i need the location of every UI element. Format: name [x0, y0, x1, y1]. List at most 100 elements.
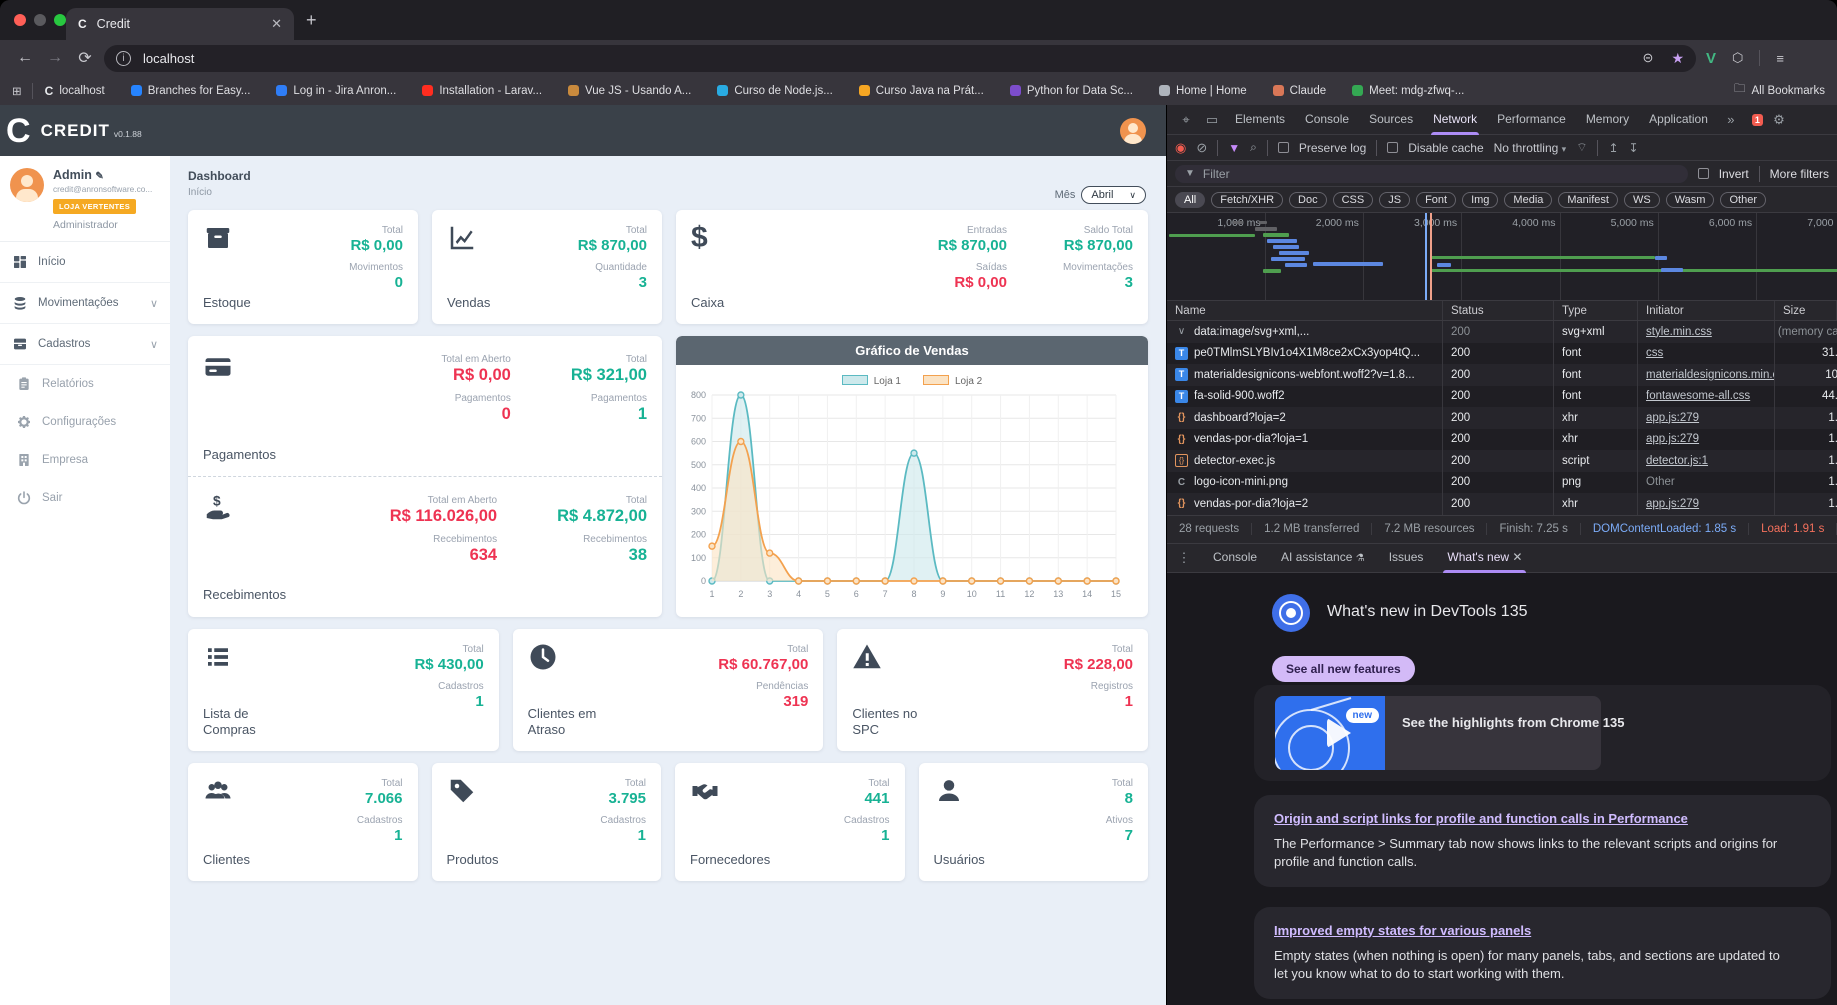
devtools-tab-performance[interactable]: Performance: [1487, 105, 1576, 135]
filter-chip-media[interactable]: Media: [1504, 191, 1553, 208]
filter-chip-other[interactable]: Other: [1720, 191, 1766, 208]
close-icon[interactable]: ✕: [1512, 550, 1522, 564]
highlight-thumbnail[interactable]: new: [1275, 695, 1385, 770]
bookmark-item[interactable]: Log in - Jira Anron...: [276, 84, 396, 98]
bookmark-item[interactable]: Meet: mdg-zfwq-...: [1352, 84, 1464, 98]
filter-funnel-icon[interactable]: ▼: [1228, 141, 1240, 155]
device-toolbar-icon[interactable]: ▭: [1199, 112, 1225, 128]
column-header-name[interactable]: Name: [1167, 301, 1443, 320]
header-avatar[interactable]: [1120, 117, 1146, 144]
filter-chip-wasm[interactable]: Wasm: [1665, 191, 1715, 208]
sidebar-item-configuracoes[interactable]: Configurações: [0, 403, 170, 441]
network-request-row[interactable]: Tmaterialdesignicons-webfont.woff2?v=1.8…: [1167, 364, 1837, 386]
devtools-tab-sources[interactable]: Sources: [1359, 105, 1423, 135]
edit-pencil-icon[interactable]: ✎: [95, 171, 103, 182]
maximize-window-button[interactable]: [54, 14, 66, 26]
throttling-select[interactable]: No throttling ▾: [1494, 141, 1567, 155]
all-bookmarks-button[interactable]: 🗀 All Bookmarks: [1734, 81, 1825, 100]
sidebar-item-inicio[interactable]: Início: [0, 242, 170, 283]
sidebar-item-sair[interactable]: Sair: [0, 479, 170, 517]
minimize-window-button[interactable]: [34, 14, 46, 26]
invert-checkbox[interactable]: [1698, 168, 1709, 179]
preserve-log-checkbox[interactable]: [1277, 142, 1289, 153]
initiator-link[interactable]: fontawesome-all.css: [1646, 390, 1750, 402]
record-network-log-icon[interactable]: ◉: [1175, 140, 1186, 156]
column-header-initiator[interactable]: Initiator: [1638, 301, 1775, 320]
bookmark-item[interactable]: Installation - Larav...: [422, 84, 542, 98]
sidebar-item-cadastros[interactable]: Cadastros ∨: [0, 324, 170, 365]
column-header-status[interactable]: Status: [1443, 301, 1554, 320]
sidebar-item-relatorios[interactable]: Relatórios: [0, 365, 170, 403]
initiator-link[interactable]: app.js:279: [1646, 433, 1699, 445]
network-overview-timeline[interactable]: 1,000 ms 2,000 ms 3,000 ms 4,000 ms 5,00…: [1167, 213, 1837, 301]
import-har-icon[interactable]: ↥: [1608, 141, 1618, 155]
site-info-icon[interactable]: i: [116, 50, 131, 66]
filter-chip-font[interactable]: Font: [1416, 191, 1457, 208]
month-select[interactable]: Abril ∨: [1081, 186, 1146, 204]
drawer-tab-whatsnew[interactable]: What's new ✕: [1435, 543, 1534, 573]
reload-icon[interactable]: ⟳: [70, 48, 100, 68]
see-all-features-button[interactable]: See all new features: [1272, 655, 1415, 682]
initiator-link[interactable]: app.js:279: [1646, 498, 1699, 510]
back-icon[interactable]: ←: [10, 49, 40, 67]
network-request-row[interactable]: {} vendas-por-dia?loja=1 200 xhr app.js:2…: [1167, 428, 1837, 450]
network-request-row[interactable]: Tfa-solid-900.woff2 200 font fontawesome…: [1167, 385, 1837, 407]
error-count-badge[interactable]: 1: [1751, 113, 1763, 126]
clear-network-log-icon[interactable]: ⊘: [1196, 140, 1207, 156]
more-filters-label[interactable]: More filters: [1770, 167, 1829, 181]
filter-chip-ws[interactable]: WS: [1623, 191, 1660, 208]
filter-chip-doc[interactable]: Doc: [1289, 191, 1327, 208]
disable-cache-checkbox[interactable]: [1387, 142, 1399, 153]
close-window-button[interactable]: [14, 14, 26, 26]
column-header-size[interactable]: Size: [1775, 301, 1837, 320]
more-tabs-icon[interactable]: »: [1718, 112, 1744, 127]
window-controls[interactable]: [14, 14, 66, 26]
initiator-link[interactable]: app.js:279: [1646, 412, 1699, 424]
drawer-tab-console[interactable]: Console: [1201, 543, 1269, 573]
initiator-link[interactable]: css: [1646, 347, 1663, 359]
browser-menu-icon[interactable]: ≡: [1776, 51, 1784, 66]
network-request-row[interactable]: Clogo-icon-mini.png 200 png Other 1.2 kB: [1167, 471, 1837, 493]
network-request-row[interactable]: {}dashboard?loja=2 200 xhr app.js:279 1.…: [1167, 407, 1837, 429]
devtools-tab-application[interactable]: Application: [1639, 105, 1718, 135]
tab-close-icon[interactable]: ✕: [271, 16, 282, 32]
devtools-tab-console[interactable]: Console: [1295, 105, 1359, 135]
bookmark-item[interactable]: Claude: [1272, 84, 1326, 98]
new-tab-button[interactable]: +: [306, 10, 317, 31]
search-icon[interactable]: ⌕: [1250, 140, 1257, 155]
inspect-element-icon[interactable]: ⌖: [1173, 112, 1199, 128]
filter-chip-fetchxhr[interactable]: Fetch/XHR: [1211, 191, 1284, 208]
forward-icon[interactable]: →: [40, 49, 70, 67]
initiator-link[interactable]: detector.js:1: [1646, 455, 1708, 467]
devtools-tab-elements[interactable]: Elements: [1225, 105, 1295, 135]
filter-chip-all[interactable]: All: [1175, 191, 1206, 208]
filter-chip-js[interactable]: JS: [1379, 191, 1411, 208]
initiator-link[interactable]: materialdesignicons.min.css: [1646, 369, 1774, 381]
network-request-row[interactable]: Tpe0TMlmSLYBIv1o4X1M8ce2xCx3yop4tQ... 20…: [1167, 342, 1837, 364]
extensions-puzzle-icon[interactable]: ⬡: [1732, 50, 1743, 66]
filter-chip-css[interactable]: CSS: [1332, 191, 1374, 208]
drawer-tab-issues[interactable]: Issues: [1377, 543, 1436, 573]
apps-grid-icon[interactable]: ⊞: [12, 84, 22, 98]
bookmark-star-icon[interactable]: ★: [1671, 50, 1684, 67]
devtools-tab-network[interactable]: Network: [1423, 105, 1487, 135]
vue-devtools-extension-icon[interactable]: V: [1706, 50, 1716, 67]
bookmark-item[interactable]: Curso de Node.js...: [717, 84, 833, 98]
bookmark-item[interactable]: Curso Java na Prát...: [858, 84, 984, 98]
bookmark-item[interactable]: Clocalhost: [45, 84, 105, 98]
network-request-row[interactable]: {} vendas-por-dia?loja=2 200 xhr app.js:2…: [1167, 493, 1837, 515]
drawer-menu-icon[interactable]: ⋮: [1171, 550, 1197, 566]
bookmark-item[interactable]: Branches for Easy...: [130, 84, 250, 98]
filter-chip-manifest[interactable]: Manifest: [1558, 191, 1618, 208]
zoom-icon[interactable]: ⊝: [1643, 50, 1654, 66]
bookmark-item[interactable]: Python for Data Sc...: [1009, 84, 1133, 98]
devtools-settings-gear-icon[interactable]: ⚙: [1766, 112, 1792, 128]
sidebar-item-empresa[interactable]: Empresa: [0, 441, 170, 479]
network-request-row[interactable]: ∨ data:image/svg+xml,... 200 svg+xml styl…: [1167, 321, 1837, 343]
filter-chip-img[interactable]: Img: [1462, 191, 1499, 208]
network-request-row[interactable]: {} detector-exec.js 200 script detector.j…: [1167, 450, 1837, 472]
export-har-icon[interactable]: ↧: [1629, 141, 1639, 155]
drawer-tab-aiassistance[interactable]: AI assistance ⚗: [1269, 543, 1377, 573]
browser-tab[interactable]: C Credit ✕: [66, 8, 294, 40]
user-avatar[interactable]: [10, 168, 44, 202]
